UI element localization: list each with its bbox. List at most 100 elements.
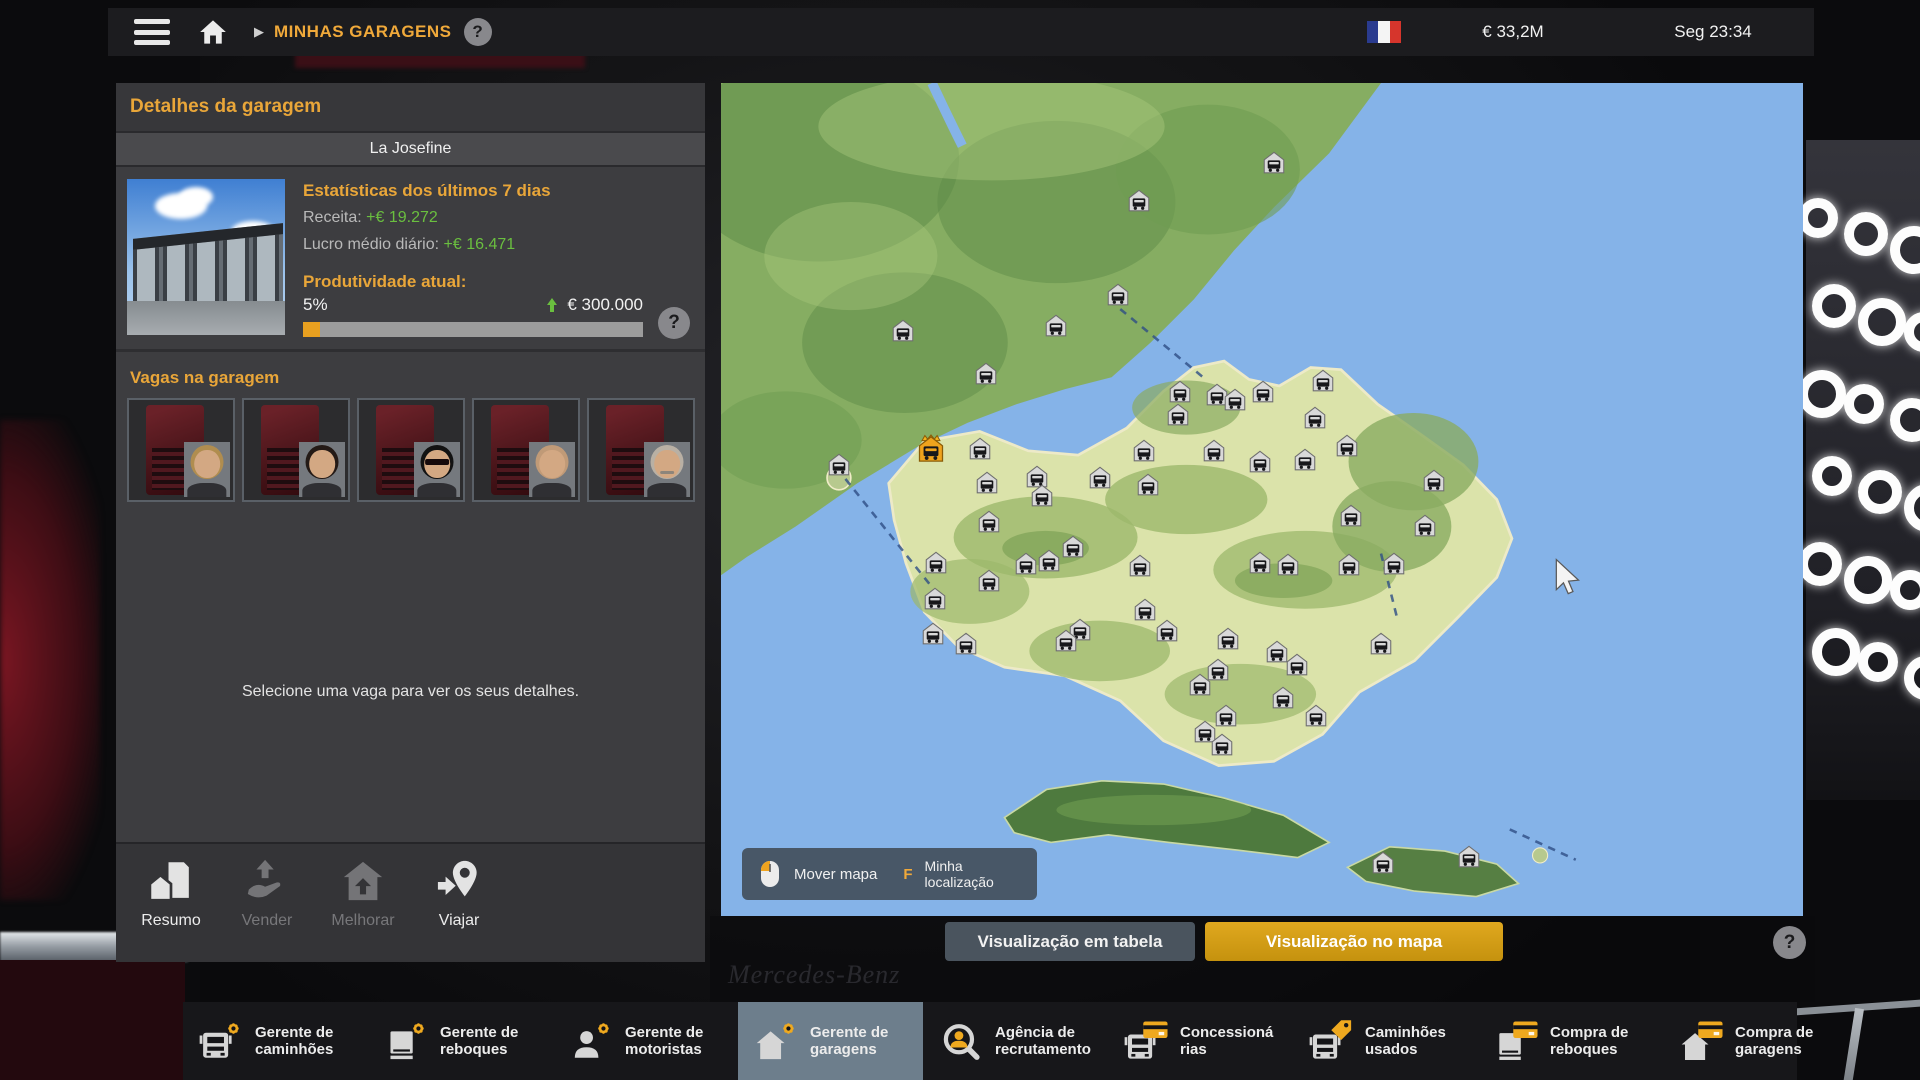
- nav-recruitment-agency[interactable]: Agência de recrutamento: [923, 1002, 1108, 1080]
- garage-marker[interactable]: [922, 585, 948, 616]
- garage-marker[interactable]: [890, 317, 916, 348]
- menu-icon[interactable]: [134, 19, 170, 45]
- nav-dealers[interactable]: Concessionárias: [1108, 1002, 1293, 1080]
- garage-slot-brunette-woman-long-hair[interactable]: [242, 398, 350, 502]
- light-ring: [1812, 628, 1860, 676]
- light-ring: [1904, 312, 1920, 352]
- nav-trailer-manager[interactable]: Gerente de reboques: [368, 1002, 553, 1080]
- breadcrumb-chevron-icon: ▶: [254, 24, 264, 40]
- garage-marker[interactable]: [1250, 378, 1276, 409]
- nav-garage-manager[interactable]: Gerente de garagens: [738, 1002, 923, 1080]
- garage-marker[interactable]: [1165, 401, 1191, 432]
- trailer-gear-icon: [383, 1018, 429, 1064]
- home-icon[interactable]: [198, 18, 228, 46]
- garage-marker[interactable]: [1261, 149, 1287, 180]
- garage-marker[interactable]: [1336, 551, 1362, 582]
- garage-marker[interactable]: [1087, 464, 1113, 495]
- garage-marker[interactable]: [1303, 702, 1329, 733]
- garage-slot-shaved-head-man[interactable]: [472, 398, 580, 502]
- player-garage-marker[interactable]: [916, 433, 947, 470]
- nav-trailer-buy[interactable]: Compra de reboques: [1478, 1002, 1663, 1080]
- driver-portrait: [299, 442, 345, 497]
- garage-marker[interactable]: [1222, 386, 1248, 417]
- map-view-button[interactable]: Visualização no mapa: [1205, 922, 1503, 961]
- summary-icon: [148, 858, 194, 904]
- garage-marker[interactable]: [1247, 448, 1273, 479]
- garage-marker[interactable]: [1338, 502, 1364, 533]
- garage-marker[interactable]: [826, 451, 852, 482]
- garage-marker[interactable]: [1302, 404, 1328, 435]
- garage-marker[interactable]: [1053, 627, 1079, 658]
- garage-marker[interactable]: [973, 360, 999, 391]
- light-ring: [1904, 656, 1920, 700]
- garage-marker[interactable]: [1131, 437, 1157, 468]
- garage-marker[interactable]: [1135, 471, 1161, 502]
- travel-button[interactable]: Viajar: [416, 858, 502, 930]
- help-icon[interactable]: ?: [464, 18, 492, 46]
- garage-marker[interactable]: [974, 469, 1000, 500]
- garage-marker[interactable]: [976, 508, 1002, 539]
- view-help-icon[interactable]: ?: [1773, 926, 1806, 959]
- driver-portrait: [184, 442, 230, 497]
- garage-marker[interactable]: [1334, 432, 1360, 463]
- garage-marker[interactable]: [1215, 625, 1241, 656]
- garage-marker[interactable]: [953, 630, 979, 661]
- move-map-label: Mover mapa: [794, 866, 877, 883]
- light-ring: [1890, 570, 1920, 610]
- garage-slot-gray-hair-mustache-man[interactable]: [587, 398, 695, 502]
- garage-marker[interactable]: [976, 567, 1002, 598]
- garage-marker[interactable]: [1043, 312, 1069, 343]
- garage-marker[interactable]: [1456, 843, 1482, 874]
- garage-marker[interactable]: [1127, 552, 1153, 583]
- resume-button[interactable]: Resumo: [128, 858, 214, 930]
- garage-marker[interactable]: [1368, 630, 1394, 661]
- garage-map[interactable]: Mover mapa F Minha localização: [721, 83, 1803, 916]
- garage-marker[interactable]: [1209, 731, 1235, 762]
- table-view-button[interactable]: Visualização em tabela: [945, 922, 1195, 961]
- map-markers: [721, 83, 1803, 916]
- garage-marker[interactable]: [1105, 281, 1131, 312]
- garage-marker[interactable]: [1292, 446, 1318, 477]
- driver-portrait: [644, 442, 690, 497]
- nav-truck-manager[interactable]: Gerente de caminhões: [183, 1002, 368, 1080]
- garage-slot-blond-man[interactable]: [127, 398, 235, 502]
- upgrade-button[interactable]: Melhorar: [320, 858, 406, 930]
- productivity-help-icon[interactable]: ?: [658, 307, 690, 339]
- sell-button[interactable]: Vender: [224, 858, 310, 930]
- nav-driver-manager[interactable]: Gerente de motoristas: [553, 1002, 738, 1080]
- garage-marker[interactable]: [920, 620, 946, 651]
- garage-marker[interactable]: [1421, 467, 1447, 498]
- garage-marker[interactable]: [1154, 617, 1180, 648]
- productivity-fill: [303, 322, 320, 337]
- garage-marker[interactable]: [967, 435, 993, 466]
- garage-marker[interactable]: [1381, 550, 1407, 581]
- driver-gear-icon: [568, 1018, 614, 1064]
- garage-marker[interactable]: [1029, 482, 1055, 513]
- light-ring: [1844, 556, 1892, 604]
- garage-marker[interactable]: [923, 549, 949, 580]
- garage-marker[interactable]: [1201, 437, 1227, 468]
- garage-marker[interactable]: [1284, 651, 1310, 682]
- garage-marker[interactable]: [1187, 671, 1213, 702]
- garage-actions: Resumo Vender Melhorar: [116, 842, 705, 962]
- garage-marker[interactable]: [1310, 367, 1336, 398]
- light-ring: [1890, 398, 1920, 442]
- light-ring: [1890, 226, 1920, 274]
- truck-card-icon: [1123, 1018, 1169, 1064]
- mouse-cursor: [1552, 558, 1586, 596]
- garage-marker[interactable]: [1275, 551, 1301, 582]
- f-key-label: F: [903, 866, 912, 883]
- garage-marker[interactable]: [1270, 684, 1296, 715]
- garage-marker[interactable]: [1412, 512, 1438, 543]
- garage-slot-woman-sunglasses-black-bob[interactable]: [357, 398, 465, 502]
- light-ring: [1858, 298, 1906, 346]
- nav-garage-buy[interactable]: Compra de garagens: [1663, 1002, 1848, 1080]
- garage-marker[interactable]: [1036, 547, 1062, 578]
- garage-marker[interactable]: [1370, 849, 1396, 880]
- garage-marker[interactable]: [1126, 187, 1152, 218]
- nav-used-trucks[interactable]: Caminhões usados: [1293, 1002, 1478, 1080]
- revenue-line: Receita: +€ 19.272: [303, 204, 693, 231]
- garage-marker[interactable]: [1060, 533, 1086, 564]
- garage-marker[interactable]: [1247, 549, 1273, 580]
- garage-marker[interactable]: [1013, 550, 1039, 581]
